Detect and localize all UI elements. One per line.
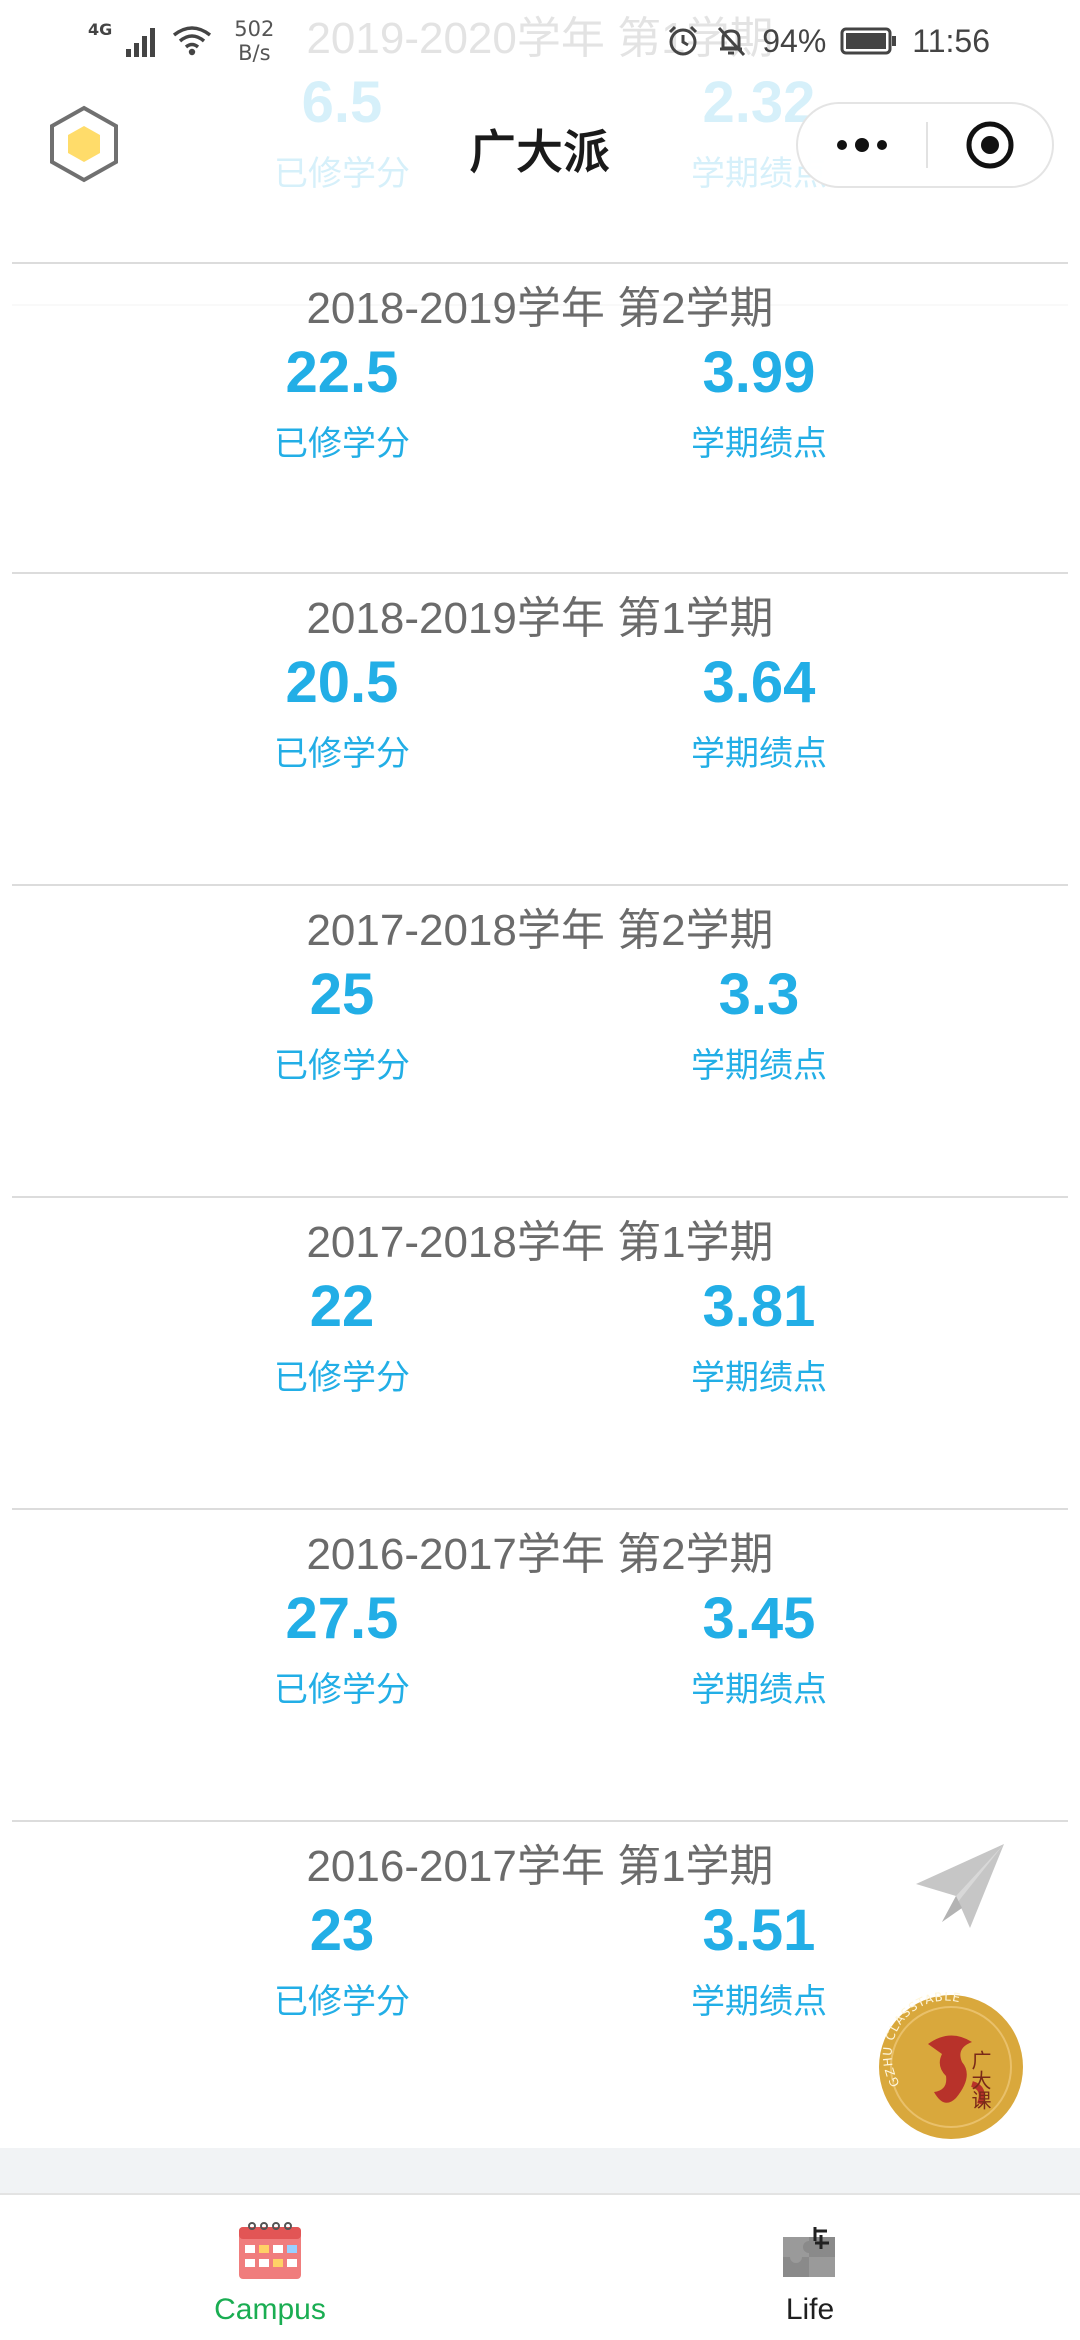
gpa-stat: 3.51 学期绩点	[629, 1896, 889, 2023]
network-type: 4G	[88, 20, 113, 39]
term-card[interactable]: 2018-2019学年 第2学期 22.5 已修学分 3.99 学期绩点	[12, 262, 1068, 574]
credits-value: 27.5	[285, 1586, 399, 1651]
term-title: 2016-2017学年 第1学期	[306, 1842, 774, 1891]
credits-label: 已修学分	[274, 734, 410, 774]
credits-label: 已修学分	[274, 1358, 410, 1398]
tab-label: Life	[785, 2293, 835, 2326]
credits-label: 已修学分	[274, 424, 410, 464]
credits-value: 22.5	[285, 340, 399, 405]
battery-icon	[840, 27, 897, 55]
credits-value: 22	[309, 1274, 375, 1339]
gpa-value: 3.64	[702, 650, 816, 715]
credits-value: 23	[309, 1898, 375, 1963]
term-card[interactable]: 2017-2018学年 第2学期 25 已修学分 3.3 学期绩点	[12, 886, 1068, 1198]
bottom-tab-bar: Campus Life	[0, 2193, 1080, 2340]
gpa-label: 学期绩点	[691, 1982, 827, 2022]
tab-life[interactable]: Life	[540, 2195, 1080, 2340]
gpa-label: 学期绩点	[691, 734, 827, 774]
gpa-label: 学期绩点	[691, 424, 827, 464]
paper-plane-icon	[916, 1844, 1004, 1928]
gpa-stat: 3.99 学期绩点	[629, 338, 889, 465]
term-title: 2018-2019学年 第2学期	[306, 284, 774, 333]
speed-unit: B/s	[238, 41, 271, 65]
close-target-icon	[966, 121, 1014, 169]
credits-label: 已修学分	[274, 1046, 410, 1086]
term-card[interactable]: 2017-2018学年 第1学期 22 已修学分 3.81 学期绩点	[12, 1198, 1068, 1510]
gpa-label: 学期绩点	[691, 1358, 827, 1398]
send-feedback-button[interactable]	[912, 1838, 1008, 1934]
credits-value: 25	[309, 962, 375, 1027]
gpa-stat: 3.81 学期绩点	[629, 1272, 889, 1399]
term-title: 2017-2018学年 第2学期	[306, 906, 774, 955]
signal-icon	[126, 28, 156, 57]
more-dots-icon	[837, 138, 887, 152]
gpa-stat: 3.45 学期绩点	[629, 1584, 889, 1711]
term-card[interactable]: 2018-2019学年 第1学期 20.5 已修学分 3.64 学期绩点	[12, 574, 1068, 886]
gpa-value: 3.45	[702, 1586, 816, 1651]
classtable-badge-button[interactable]: GZHU CLASSTABLE 广大课	[876, 1990, 1026, 2142]
tab-label: Campus	[214, 2293, 326, 2326]
term-card[interactable]: 2016-2017学年 第2学期 27.5 已修学分 3.45 学期绩点	[12, 1510, 1068, 1822]
credits-stat: 27.5 已修学分	[212, 1584, 472, 1711]
gpa-label: 学期绩点	[691, 1670, 827, 1710]
gpa-value: 3.99	[702, 340, 816, 405]
status-left: 4G 502 B/s	[88, 14, 274, 68]
mini-program-capsule	[796, 102, 1054, 188]
gzhu-classtable-badge-icon: GZHU CLASSTABLE 广大课	[879, 1990, 1023, 2139]
clock: 11:56	[912, 22, 990, 59]
status-bar: 4G 502 B/s 94% 11:56	[0, 0, 1080, 80]
status-right: 94% 11:56	[666, 14, 990, 68]
mute-bell-icon	[718, 26, 746, 57]
credits-value: 20.5	[285, 650, 399, 715]
credits-stat: 23 已修学分	[212, 1896, 472, 2023]
puzzle-icon	[783, 2227, 835, 2277]
wifi-icon	[173, 26, 212, 56]
term-title: 2017-2018学年 第1学期	[306, 1218, 774, 1267]
page: 2019-2020学年 第1学期 6.5 已修学分 2.32 学期绩点 2018…	[0, 0, 1080, 2340]
more-button[interactable]	[798, 104, 926, 186]
tab-campus[interactable]: Campus	[0, 2195, 540, 2340]
badge-chars: 广大课	[968, 2050, 992, 2110]
credits-stat: 22.5 已修学分	[212, 338, 472, 465]
calendar-icon	[239, 2222, 301, 2279]
gpa-value: 3.81	[702, 1274, 816, 1339]
network-speed: 502 B/s	[234, 17, 274, 65]
battery-percent: 94%	[762, 22, 827, 59]
credits-label: 已修学分	[274, 1982, 410, 2022]
navigation-header: 广大派	[0, 80, 1080, 210]
close-button[interactable]	[928, 104, 1052, 186]
credits-label: 已修学分	[274, 1670, 410, 1710]
speed-value: 502	[234, 17, 275, 41]
term-title: 2018-2019学年 第1学期	[306, 594, 774, 643]
credits-stat: 22 已修学分	[212, 1272, 472, 1399]
gpa-stat: 3.64 学期绩点	[629, 648, 889, 775]
gpa-label: 学期绩点	[691, 1046, 827, 1086]
gpa-value: 3.51	[702, 1898, 816, 1963]
list-end-spacer	[0, 2148, 1080, 2196]
credits-stat: 20.5 已修学分	[212, 648, 472, 775]
credits-stat: 25 已修学分	[212, 960, 472, 1087]
gpa-value: 3.3	[718, 962, 800, 1027]
term-title: 2016-2017学年 第2学期	[306, 1530, 774, 1579]
gpa-stat: 3.3 学期绩点	[629, 960, 889, 1087]
alarm-icon	[669, 25, 698, 56]
